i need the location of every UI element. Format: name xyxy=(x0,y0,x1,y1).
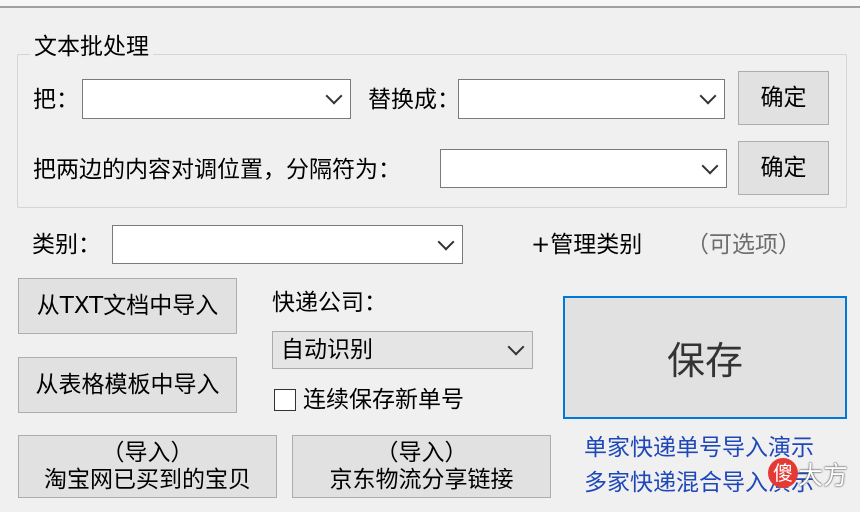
continuous-save-label[interactable]: 连续保存新单号 xyxy=(303,387,464,413)
manage-category-link[interactable]: +管理类别 xyxy=(531,232,642,258)
import-jd-button[interactable]: （导入） 京东物流分享链接 xyxy=(292,435,551,498)
courier-selected: 自动识别 xyxy=(281,337,373,363)
single-courier-demo-link[interactable]: 单家快递单号导入演示 xyxy=(584,435,814,461)
optional-hint: （可选项） xyxy=(686,232,801,258)
chevron-down-icon xyxy=(437,233,455,250)
import-txt-button[interactable]: 从TXT文档中导入 xyxy=(18,278,237,334)
replace-to-label: 替换成： xyxy=(368,87,460,113)
group-title: 文本批处理 xyxy=(30,34,153,60)
import-taobao-line2: 淘宝网已买到的宝贝 xyxy=(44,466,251,493)
continuous-save-checkbox[interactable] xyxy=(274,389,296,411)
chevron-down-icon xyxy=(699,87,717,105)
swap-label: 把两边的内容对调位置，分隔符为： xyxy=(33,157,401,183)
watermark-logo-icon: 傻 xyxy=(768,458,798,488)
courier-select[interactable]: 自动识别 xyxy=(272,331,533,369)
top-input-edge xyxy=(0,0,860,8)
import-jd-line1: （导入） xyxy=(375,439,468,466)
replace-from-label: 把： xyxy=(33,87,79,113)
confirm-swap-button[interactable]: 确定 xyxy=(738,141,829,195)
category-label: 类别： xyxy=(32,232,101,258)
import-taobao-button[interactable]: （导入） 淘宝网已买到的宝贝 xyxy=(18,435,277,498)
replace-to-combo[interactable] xyxy=(458,79,725,119)
courier-label: 快递公司： xyxy=(272,290,387,316)
save-button[interactable]: 保存 xyxy=(563,296,847,419)
category-combo[interactable] xyxy=(112,225,463,264)
swap-separator-combo[interactable] xyxy=(440,149,727,188)
import-taobao-line1: （导入） xyxy=(101,439,194,466)
replace-from-combo[interactable] xyxy=(82,79,351,119)
import-jd-line2: 京东物流分享链接 xyxy=(329,466,514,493)
chevron-down-icon xyxy=(325,87,343,105)
chevron-down-icon xyxy=(507,338,525,356)
confirm-replace-button[interactable]: 确定 xyxy=(738,71,829,125)
chevron-down-icon xyxy=(701,157,719,174)
import-table-button[interactable]: 从表格模板中导入 xyxy=(18,357,237,413)
watermark-text: 大方 xyxy=(797,461,848,490)
